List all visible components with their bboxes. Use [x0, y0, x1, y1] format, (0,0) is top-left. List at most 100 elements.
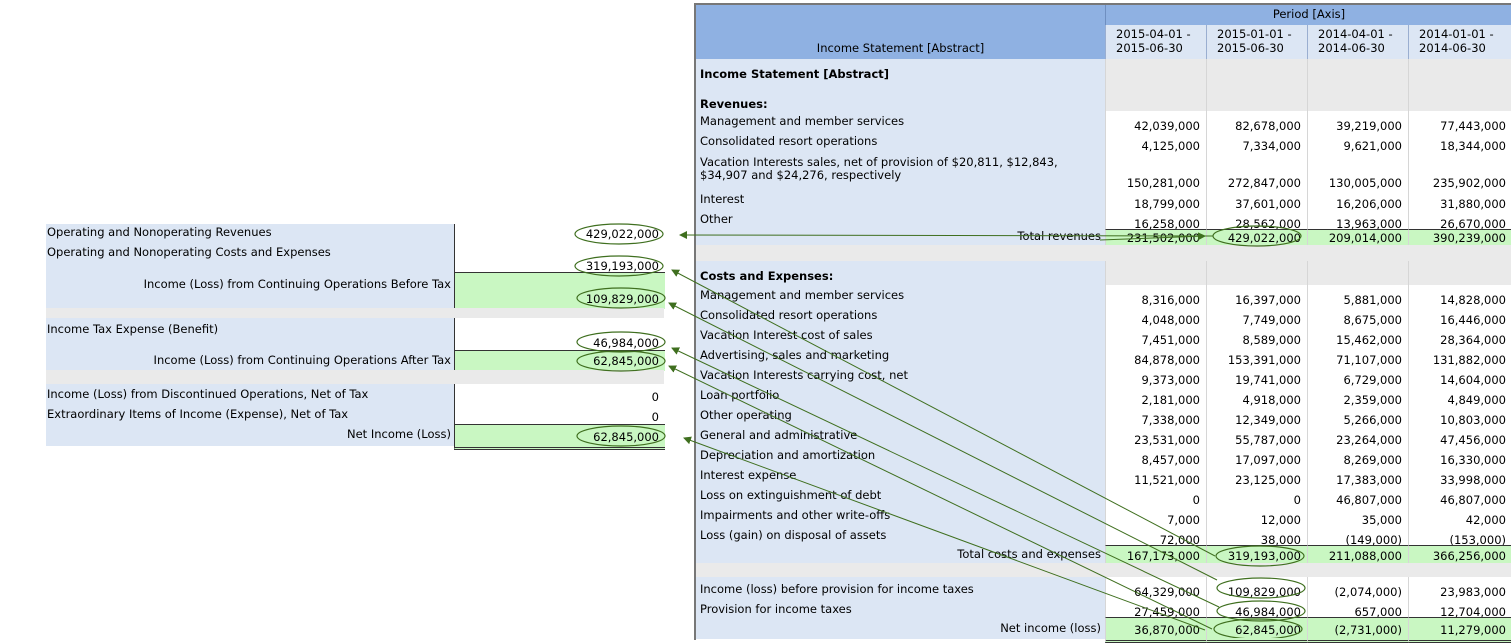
row-label: Revenues: — [700, 97, 768, 111]
row-value: 211,088,000 — [1328, 549, 1402, 563]
row-value: 36,870,000 — [1134, 623, 1200, 637]
row-label: Advertising, sales and marketing — [700, 348, 890, 362]
row-label: Vacation Interests carrying cost, net — [700, 368, 908, 382]
row-value: 272,847,000 — [1227, 176, 1301, 190]
column-header: 2015-01-01 - 2015-06-30 — [1206, 25, 1307, 59]
row-label: Net income (loss) — [1000, 621, 1101, 635]
statement-row: Interest 18,799,000 37,601,000 16,206,000 31… — [696, 189, 1511, 211]
row-label: Other — [700, 212, 733, 226]
row-value: 130,005,000 — [1328, 176, 1402, 190]
row-label: Consolidated resort operations — [700, 134, 878, 148]
row-value: 319,193,000 — [1227, 549, 1301, 563]
row-value: 429,022,000 — [1227, 231, 1301, 245]
row-label: Impairments and other write-offs — [700, 508, 891, 522]
statement-row: Other operating 7,338,000 12,349,000 5,266,… — [696, 405, 1511, 427]
row-value: 150,281,000 — [1126, 176, 1200, 190]
summary-value: 62,845,000 — [593, 430, 659, 444]
summary-row: Operating and Nonoperating Costs and Exp… — [46, 244, 664, 273]
statement-row: Total revenues 231,502,000 429,022,000 209,… — [696, 229, 1511, 246]
row-label: Consolidated resort operations — [700, 308, 878, 322]
row-label: Management and member services — [700, 288, 905, 302]
row-label: Vacation Interests sales, net of provisi… — [700, 155, 1058, 182]
row-spacer — [696, 245, 1511, 261]
row-label: Other operating — [700, 408, 792, 422]
row-value: 390,239,000 — [1432, 231, 1506, 245]
row-value: 11,279,000 — [1440, 623, 1506, 637]
summary-value: 429,022,000 — [585, 227, 659, 241]
statement-row: Income (loss) before provision for incom… — [696, 577, 1511, 599]
summary-label: Income Tax Expense (Benefit) — [47, 322, 219, 336]
row-spacer — [696, 563, 1511, 577]
row-label: Loss on extinguishment of debt — [700, 488, 882, 502]
summary-value: 62,845,000 — [593, 354, 659, 368]
statement-row: Revenues: — [696, 86, 1511, 111]
row-value: 366,256,000 — [1432, 549, 1506, 563]
statement-row: Vacation Interest cost of sales 7,451,000… — [696, 325, 1511, 347]
statement-row: Net income (loss) 36,870,000 62,845,000 (2,… — [696, 617, 1511, 643]
row-label: Loss (gain) on disposal of assets — [700, 528, 887, 542]
row-value: 62,845,000 — [1235, 623, 1301, 637]
row-label: Interest expense — [700, 468, 797, 482]
row-value: 209,014,000 — [1328, 231, 1402, 245]
statement-row: Consolidated resort operations 4,048,000 7… — [696, 305, 1511, 327]
summary-row: Income (Loss) from Continuing Operations… — [46, 350, 665, 371]
row-label: General and administrative — [700, 428, 858, 442]
row-value: 167,173,000 — [1126, 549, 1200, 563]
statement-row: Loss (gain) on disposal of assets 72,000 3… — [696, 525, 1511, 547]
summary-value: 0 — [651, 410, 659, 424]
column-header: 2015-04-01 - 2015-06-30 — [1105, 25, 1206, 59]
statement-row: Depreciation and amortization 8,457,000 17… — [696, 445, 1511, 467]
summary-row: Operating and Nonoperating Revenues 429,… — [46, 224, 664, 244]
statement-row: Management and member services 8,316,000 1… — [696, 285, 1511, 307]
summary-spacer — [46, 308, 664, 318]
row-value: (2,731,000) — [1334, 623, 1402, 637]
statement-row: Consolidated resort operations 4,125,000 7… — [696, 131, 1511, 153]
header-label: Income Statement [Abstract] — [816, 41, 985, 55]
row-label: Total costs and expenses — [957, 547, 1101, 561]
income-statement-table: Income Statement [Abstract] Period [Axis… — [694, 3, 1511, 643]
row-value: 231,502,000 — [1126, 231, 1200, 245]
summary-label: Operating and Nonoperating Revenues — [47, 225, 272, 239]
summary-label: Income (Loss) from Continuing Operations… — [153, 353, 451, 367]
statement-row: Vacation Interests sales, net of provisi… — [696, 151, 1511, 190]
row-label: Costs and Expenses: — [700, 269, 834, 283]
row-label: Vacation Interest cost of sales — [700, 328, 873, 342]
statement-row: Income Statement [Abstract] — [696, 59, 1511, 86]
row-label: Management and member services — [700, 114, 905, 128]
statement-row: Loan portfolio 2,181,000 4,918,000 2,359,00… — [696, 385, 1511, 407]
statement-row: General and administrative 23,531,000 55,7… — [696, 425, 1511, 447]
column-header: 2014-04-01 - 2014-06-30 — [1307, 25, 1408, 59]
statement-row: Other 16,258,000 28,562,000 13,963,000 26,67… — [696, 209, 1511, 231]
statement-row: Management and member services 42,039,000… — [696, 111, 1511, 133]
period-axis-label: Period [Axis] — [1272, 7, 1346, 21]
summary-label: Extraordinary Items of Income (Expense),… — [47, 407, 349, 421]
header-label-cell: Income Statement [Abstract] — [696, 5, 1105, 59]
summary-value: 319,193,000 — [585, 259, 659, 273]
statement-row: Total costs and expenses 167,173,000 319,1… — [696, 545, 1511, 564]
statement-row: Interest expense 11,521,000 23,125,000 17,3… — [696, 465, 1511, 487]
summary-value: 46,984,000 — [593, 336, 659, 350]
column-header: 2014-01-01 - 2014-06-30 — [1408, 25, 1511, 59]
summary-value: 109,829,000 — [585, 292, 659, 306]
summary-label: Operating and Nonoperating Costs and Exp… — [47, 245, 331, 259]
row-label: Total revenues — [1017, 229, 1101, 243]
row-label: Loan portfolio — [700, 388, 780, 402]
statement-row: Advertising, sales and marketing 84,878,0… — [696, 345, 1511, 367]
summary-label: Income (Loss) from Discontinued Operatio… — [47, 387, 369, 401]
statement-row: Loss on extinguishment of debt 0 0 46,807,0… — [696, 485, 1511, 507]
statement-row: Provision for income taxes 27,459,000 46,9… — [696, 597, 1511, 619]
statement-row: Costs and Expenses: — [696, 261, 1511, 285]
row-label: Income Statement [Abstract] — [700, 67, 890, 81]
row-label: Depreciation and amortization — [700, 448, 876, 462]
row-label: Provision for income taxes — [700, 602, 852, 616]
summary-value: 0 — [651, 390, 659, 404]
statement-row: Vacation Interests carrying cost, net 9,3… — [696, 365, 1511, 387]
period-axis-header: Period [Axis] — [1105, 5, 1511, 25]
summary-row: Extraordinary Items of Income (Expense),… — [46, 404, 664, 424]
summary-row: Income Tax Expense (Benefit) 46,984,000 — [46, 318, 664, 350]
summary-label: Income (Loss) from Continuing Operations… — [143, 277, 451, 291]
row-label: Income (loss) before provision for incom… — [700, 582, 974, 596]
summary-row: Income (Loss) from Discontinued Operatio… — [46, 384, 664, 404]
summary-spacer — [46, 370, 664, 384]
statement-row: Impairments and other write-offs 7,000 12,… — [696, 505, 1511, 527]
